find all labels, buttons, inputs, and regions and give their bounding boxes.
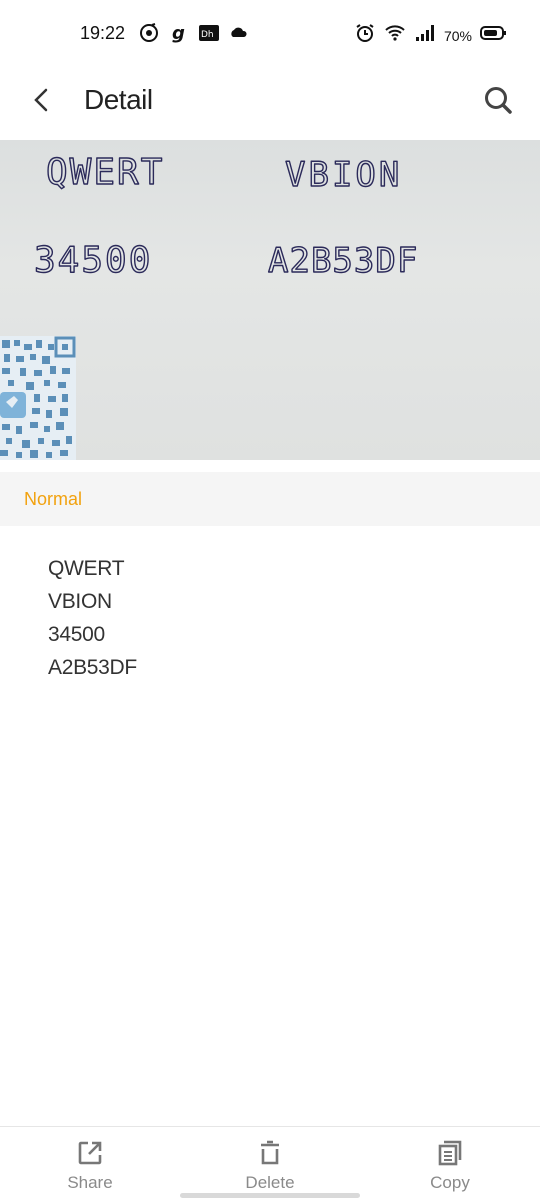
wifi-icon [384, 22, 406, 49]
battery-percent: 70% [443, 27, 472, 44]
handwritten-line-4: A2B53DF [268, 241, 418, 281]
result-line: A2B53DF [48, 656, 137, 679]
trash-icon [220, 1137, 320, 1169]
copy-label: Copy [430, 1173, 470, 1192]
result-line: QWERT [48, 557, 125, 580]
handwritten-line-1: QWERT [46, 152, 164, 193]
share-label: Share [67, 1173, 113, 1192]
share-icon [40, 1137, 140, 1169]
handwritten-line-3: 34500 [34, 240, 152, 281]
alarm-icon [354, 22, 376, 49]
chevron-left-icon [31, 87, 53, 118]
scanned-image[interactable]: QWERT VBION 34500 A2B53DF [0, 140, 540, 460]
result-line: VBION [48, 590, 112, 613]
search-button[interactable] [478, 82, 518, 122]
battery-icon [480, 25, 508, 46]
handwritten-line-2: VBION [285, 155, 402, 195]
notification-icons: g Dh [138, 22, 250, 49]
share-button[interactable]: Share [40, 1137, 140, 1193]
status-time: 19:22 [80, 23, 126, 43]
delete-label: Delete [245, 1173, 295, 1192]
result-line: 34500 [48, 623, 105, 646]
mode-strip: Normal [0, 472, 540, 526]
svg-text:Dh: Dh [201, 30, 214, 40]
qr-code-fragment [0, 336, 76, 460]
copy-button[interactable]: Copy [400, 1137, 500, 1193]
bottom-action-bar: Share Delete Copy [0, 1126, 540, 1200]
back-button[interactable] [22, 82, 62, 122]
signal-icon [414, 22, 436, 49]
app-header: Detail [0, 68, 540, 140]
status-bar: 19:22 g Dh 70% [0, 0, 540, 68]
recognized-text[interactable]: QWERT VBION 34500 A2B53DF [48, 552, 137, 684]
cloud-icon [228, 22, 250, 49]
music-icon [138, 22, 160, 49]
page-title: Detail [84, 84, 153, 115]
svg-text:g: g [172, 23, 185, 44]
detail-screen: 19:22 g Dh 70% Detail QWERT VBION 34500 … [0, 0, 540, 1200]
g-app-icon: g [168, 22, 190, 49]
copy-icon [400, 1137, 500, 1169]
home-indicator[interactable] [180, 1193, 360, 1198]
delete-button[interactable]: Delete [220, 1137, 320, 1193]
dh-app-icon: Dh [198, 22, 220, 49]
system-icons: 70% [354, 22, 508, 49]
mode-label[interactable]: Normal [24, 489, 82, 510]
search-icon [483, 85, 513, 120]
